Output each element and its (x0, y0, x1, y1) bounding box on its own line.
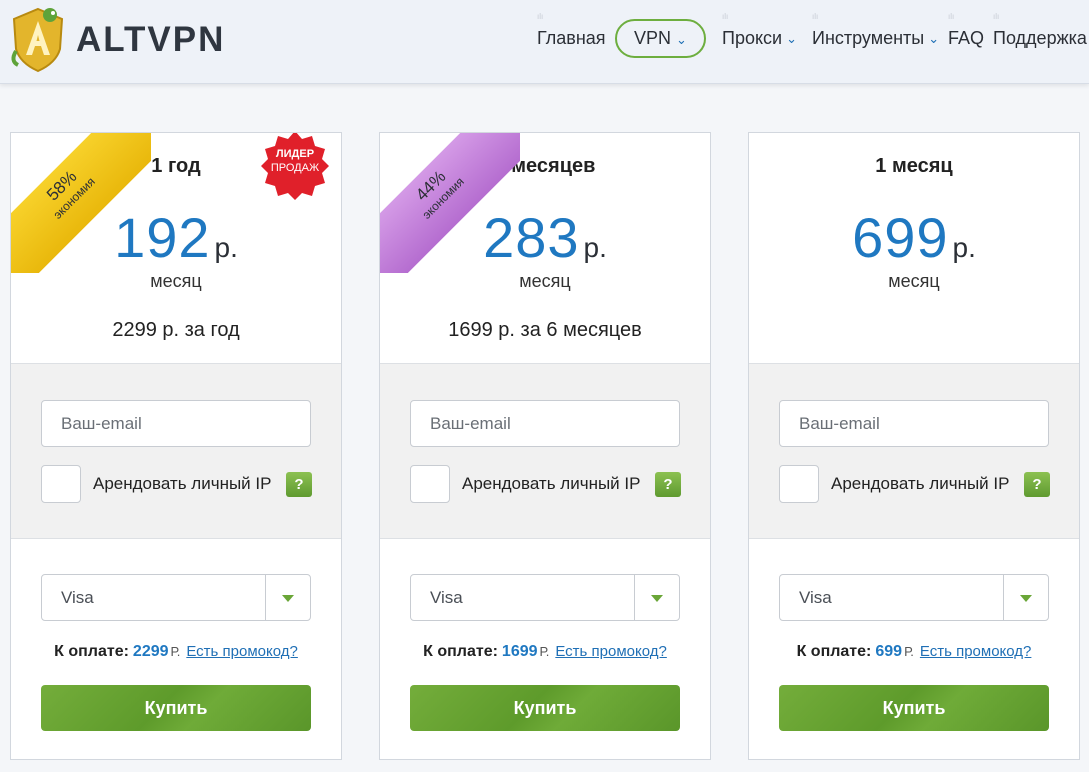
payment-summary: К оплате: 699 Р. Есть промокод? (749, 643, 1079, 661)
dropdown-arrow-icon (282, 595, 294, 602)
nav-vpn[interactable]: VPN ⌄ (615, 19, 706, 58)
plan-price: 699 р. (749, 205, 1079, 270)
payment-method-select[interactable]: Visa (779, 574, 1049, 621)
chevron-down-icon: ⌄ (928, 31, 940, 46)
dropdown-arrow-icon (1020, 595, 1032, 602)
nav-tools[interactable]: ılı Инструменты ⌄ (812, 12, 940, 52)
pay-amount: 2299 (132, 643, 169, 660)
nav-support-label: Поддержка (993, 28, 1087, 48)
badge-line-2: ПРОДАЖ (270, 162, 320, 174)
price-currency: р. (214, 232, 238, 263)
plan-total: 1699 р. за 6 месяцев (448, 319, 642, 341)
badge-line-1: ЛИДЕР (275, 148, 315, 160)
nav-faq-label: FAQ (948, 28, 985, 48)
select-divider (634, 575, 635, 620)
dropdown-arrow-icon (651, 595, 663, 602)
price-currency: р. (952, 232, 976, 263)
promo-code-link[interactable]: Есть промокод? (555, 643, 667, 660)
pay-currency: Р. (904, 644, 914, 659)
nav-proxy-label: Прокси (722, 28, 783, 48)
rent-ip-checkbox[interactable] (410, 465, 450, 503)
payment-method-value: Visa (799, 588, 832, 607)
plan-options: Арендовать личный IP ? (11, 363, 341, 539)
price-per: месяц (888, 271, 940, 291)
plan-card-6-months: 6 месяцев 283 р. месяц 1699 р. за 6 месяц… (379, 132, 711, 760)
payment-summary: К оплате: 2299 Р. Есть промокод? (11, 643, 341, 661)
plan-checkout: Visa К оплате: 2299 Р. Есть промокод? Купит… (11, 539, 341, 759)
rent-ip-label: Арендовать личный IP (93, 474, 272, 493)
plan-checkout: Visa К оплате: 699 Р. Есть промокод? Купить (749, 539, 1079, 759)
buy-button[interactable]: Купить (779, 685, 1049, 731)
signal-bars-icon: ılı (948, 12, 955, 21)
signal-bars-icon: ılı (722, 12, 729, 21)
ribbon-band: 58% экономия (11, 133, 151, 273)
email-input[interactable] (410, 400, 680, 447)
select-divider (1003, 575, 1004, 620)
promo-code-link[interactable]: Есть промокод? (186, 643, 298, 660)
select-divider (265, 575, 266, 620)
pay-currency: Р. (539, 644, 550, 659)
plan-card-1-year: 1 год 192 р. месяц 2299 р. за год 58% эко… (10, 132, 342, 760)
price-per: месяц (150, 271, 202, 291)
rent-ip-label: Арендовать личный IP (462, 474, 641, 493)
plan-period: 1 месяц (875, 155, 953, 177)
plan-options: Арендовать личный IP ? (749, 363, 1079, 539)
payment-method-select[interactable]: Visa (410, 574, 680, 621)
nav-faq[interactable]: ılı FAQ (948, 12, 985, 52)
price-per: месяц (519, 271, 571, 291)
price-currency: р. (583, 232, 607, 263)
chevron-down-icon: ⌄ (786, 31, 797, 46)
discount-ribbon: 44% экономия (380, 133, 520, 273)
plan-checkout: Visa К оплате: 1699 Р. Есть промокод? Купит… (380, 539, 710, 759)
plan-card-1-month: 1 месяц 699р. месяц Арендовать личный IP… (748, 132, 1080, 760)
discount-ribbon: 58% экономия (11, 133, 151, 273)
nav-vpn-label: VPN (634, 28, 672, 48)
payment-method-value: Visa (61, 588, 94, 607)
signal-bars-icon: ılı (537, 12, 544, 21)
payment-summary: К оплате: 1699 Р. Есть промокод? (380, 643, 710, 661)
buy-button[interactable]: Купить (410, 685, 680, 731)
pay-label: К оплате: (423, 643, 498, 660)
email-input[interactable] (779, 400, 1049, 447)
rent-ip-checkbox[interactable] (41, 465, 81, 503)
plan-total: 2299 р. за год (112, 319, 240, 341)
ribbon-band: 44% экономия (380, 133, 520, 273)
chevron-down-icon: ⌄ (676, 32, 687, 47)
signal-bars-icon: ılı (812, 12, 819, 21)
nav-tools-label: Инструменты (812, 28, 925, 48)
pay-label: К оплате: (54, 643, 129, 660)
pay-amount: 699 (875, 643, 903, 660)
rent-ip-checkbox[interactable] (779, 465, 819, 503)
promo-code-link[interactable]: Есть промокод? (920, 643, 1032, 660)
bestseller-badge: ЛИДЕР ПРОДАЖ (259, 147, 331, 175)
nav-home-label: Главная (537, 28, 606, 48)
nav-support[interactable]: ılı Поддержка (993, 12, 1087, 52)
nav-home[interactable]: ılı Главная (537, 12, 606, 52)
signal-bars-icon: ılı (993, 12, 1000, 21)
pay-currency: Р. (170, 644, 181, 659)
rent-ip-label: Арендовать личный IP (831, 474, 1010, 493)
nav-proxy[interactable]: ılı Прокси ⌄ (722, 12, 797, 52)
help-question-icon[interactable]: ? (1024, 472, 1050, 497)
buy-button[interactable]: Купить (41, 685, 311, 731)
help-question-icon[interactable]: ? (286, 472, 312, 497)
brand-name[interactable]: ALTVPN (76, 20, 225, 60)
pay-label: К оплате: (796, 643, 872, 660)
payment-method-value: Visa (430, 588, 463, 607)
plan-options: Арендовать личный IP ? (380, 363, 710, 539)
payment-method-select[interactable]: Visa (41, 574, 311, 621)
email-input[interactable] (41, 400, 311, 447)
altvpn-logo-icon[interactable] (8, 5, 68, 73)
site-header: ALTVPN ılı Главная VPN ⌄ ılı Прокси ⌄ ılı … (0, 0, 1089, 84)
plan-summary: 1 месяц 699 р. месяц (749, 133, 1079, 363)
pay-amount: 1699 (501, 643, 538, 660)
price-value: 699 (852, 206, 949, 269)
help-question-icon[interactable]: ? (655, 472, 681, 497)
